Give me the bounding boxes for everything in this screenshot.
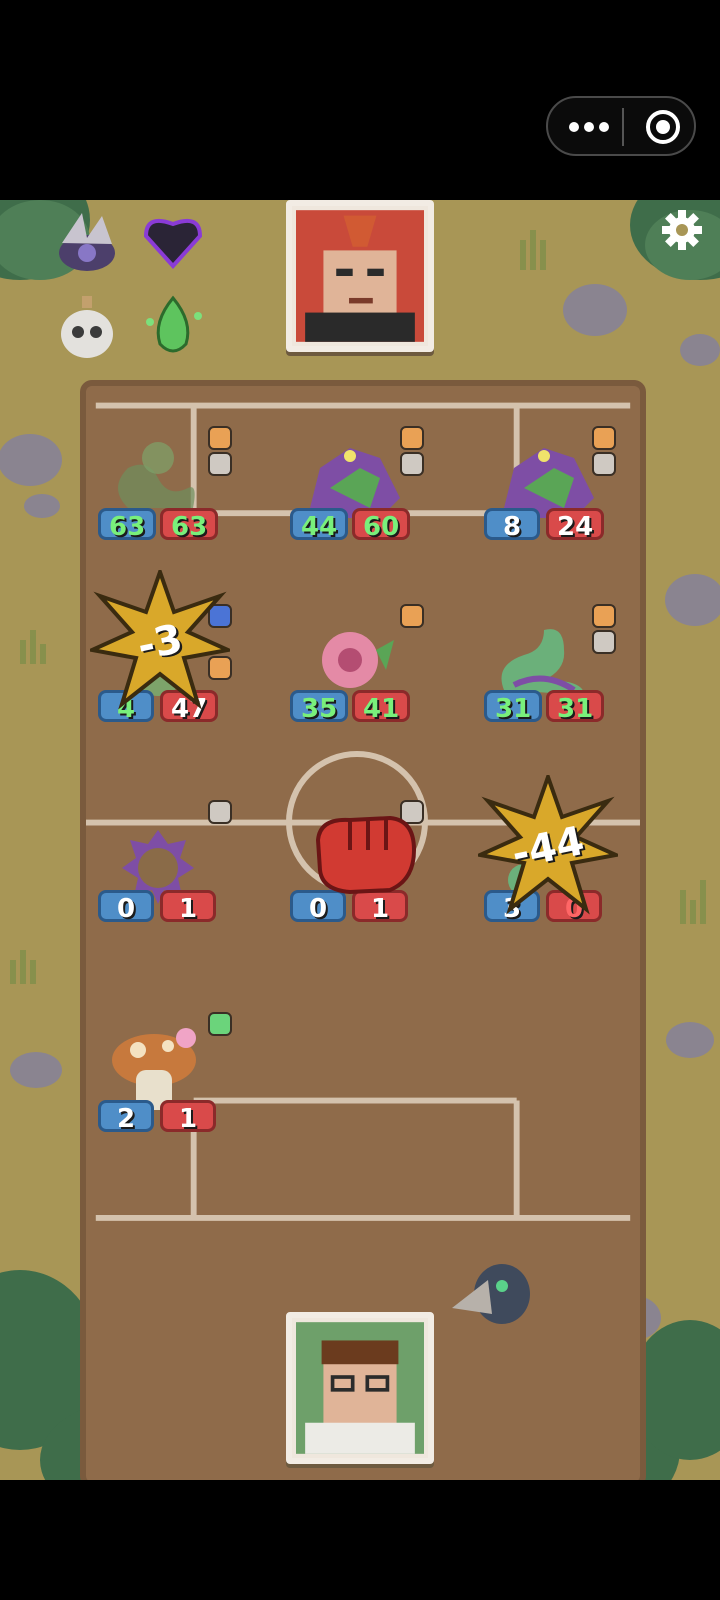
close-icon[interactable] (644, 108, 682, 146)
health-value: 41 (352, 690, 411, 724)
board-lines (86, 402, 640, 1221)
status-badge-orange (592, 604, 616, 628)
more-icon[interactable] (566, 118, 612, 136)
attack-value: 44 (290, 508, 349, 542)
relic-skull-potion[interactable] (52, 292, 122, 362)
unit-stats: 35 41 (290, 690, 420, 726)
enemy-portrait[interactable] (286, 200, 434, 352)
attack-value: 2 (98, 1100, 154, 1134)
damage-burst: -44 (473, 770, 623, 915)
attack-value: 63 (98, 508, 157, 542)
status-badge-orange (400, 426, 424, 450)
unit-stats: 2 1 (98, 1100, 228, 1136)
health-value: 1 (160, 1100, 216, 1134)
red-fist-icon (315, 815, 417, 895)
attack-value: 31 (484, 690, 543, 724)
relic-purple-orb[interactable] (52, 208, 122, 278)
relic-green-seed[interactable] (138, 292, 208, 362)
attack-value: 8 (484, 508, 540, 542)
status-badge-orange (592, 426, 616, 450)
unit-mushroom[interactable]: 2 1 (98, 1020, 218, 1134)
unit-stats: 63 63 (98, 508, 228, 544)
skull-badge (400, 452, 424, 476)
relic-dark-heart[interactable] (138, 206, 208, 276)
health-value: 1 (160, 890, 216, 924)
health-value: 60 (352, 508, 411, 542)
skull-badge (592, 452, 616, 476)
capsule-divider (622, 108, 624, 146)
unit-purple-dragon-2[interactable]: 8 24 (484, 428, 605, 542)
unit-snake[interactable]: 63 63 (98, 428, 219, 542)
game-area: 63 63 44 60 8 24 4 47 -3 35 41 31 31 0 1… (0, 200, 720, 1480)
skull-badge (208, 452, 232, 476)
unit-stats: 31 31 (484, 690, 614, 726)
unit-stats: 0 1 (98, 890, 228, 926)
unit-pink-flower-monster[interactable]: 35 41 (290, 610, 411, 724)
player-portrait[interactable] (286, 1312, 434, 1464)
health-value: 63 (160, 508, 219, 542)
damage-burst: -3 (85, 565, 235, 710)
miniprogram-capsule (546, 96, 696, 156)
page: 63 63 44 60 8 24 4 47 -3 35 41 31 31 0 1… (0, 0, 720, 1600)
health-value: 24 (546, 508, 605, 542)
unit-spiky-seed[interactable]: 0 1 (98, 810, 218, 924)
scientist-face-icon (296, 1322, 424, 1454)
status-badge-orange (400, 604, 424, 628)
settings-gear-icon[interactable] (662, 210, 702, 250)
unit-purple-dragon[interactable]: 44 60 (290, 428, 411, 542)
skull-badge (592, 630, 616, 654)
unit-stats: 8 24 (484, 508, 614, 544)
status-badge-orange (208, 426, 232, 450)
plague-mask-icon[interactable] (448, 1256, 534, 1336)
unit-snake-2[interactable]: 31 31 (484, 610, 605, 724)
attack-value: 0 (98, 890, 154, 924)
status-badge-green (208, 1012, 232, 1036)
punk-face-icon (296, 210, 424, 342)
unit-stats: 44 60 (290, 508, 420, 544)
attack-value: 35 (290, 690, 349, 724)
skull-badge (208, 800, 232, 824)
health-value: 31 (546, 690, 605, 724)
